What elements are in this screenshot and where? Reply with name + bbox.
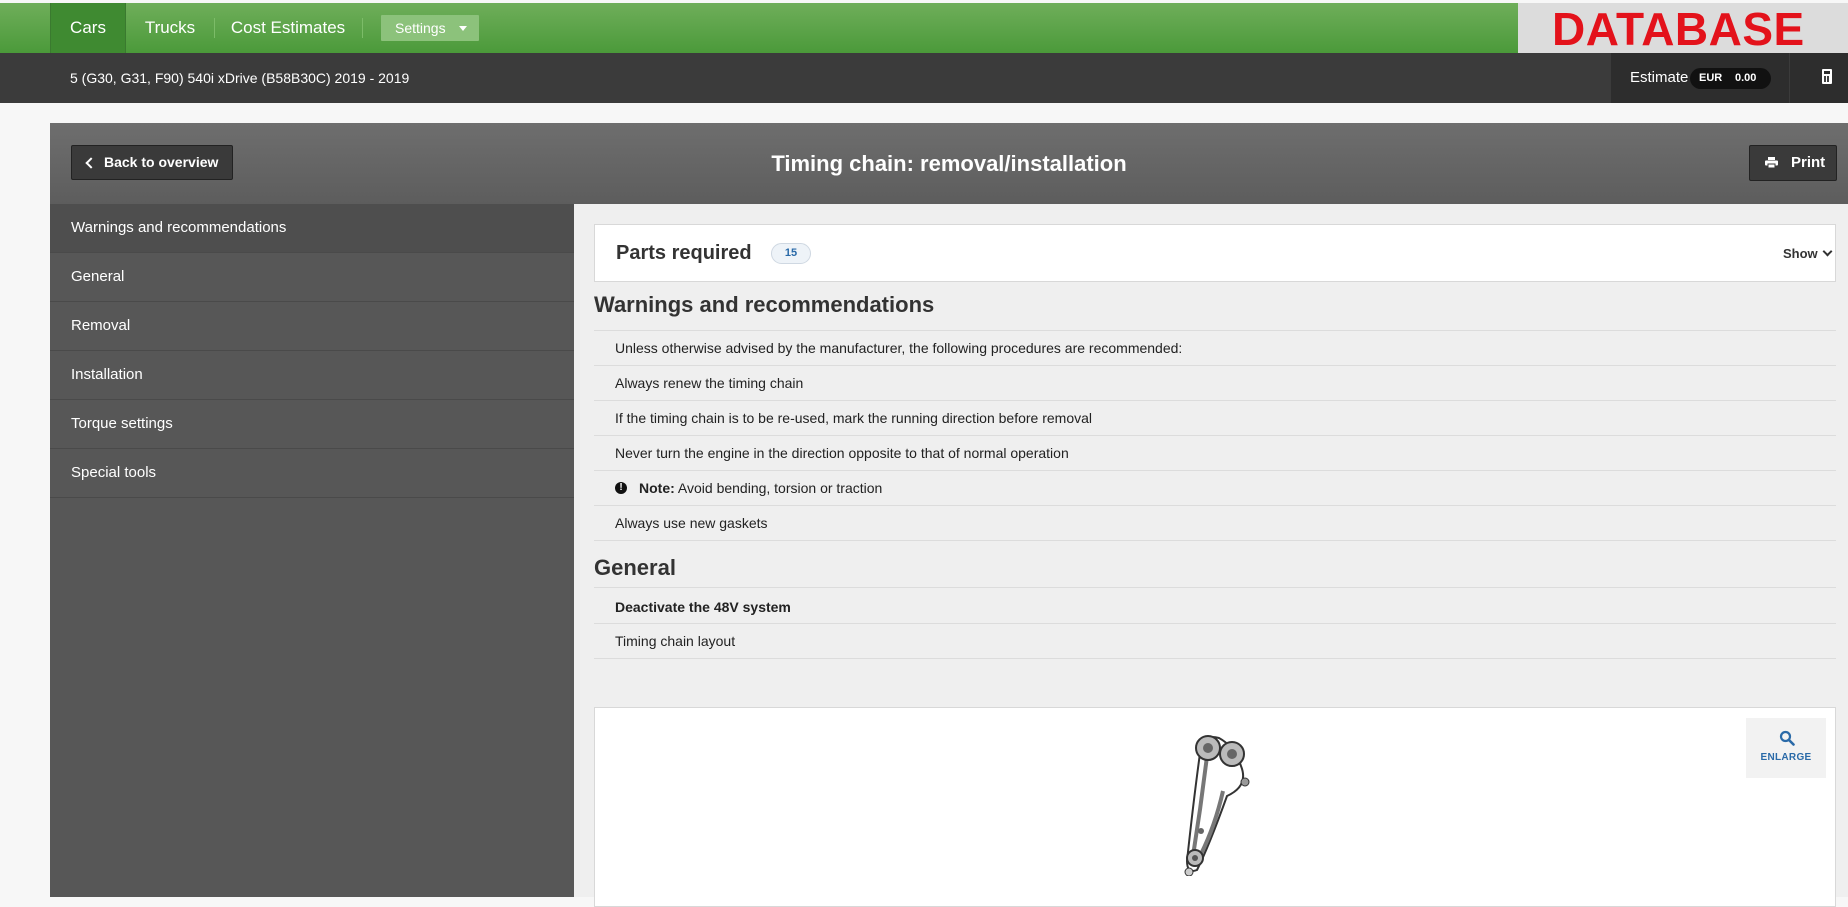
tab-cost-estimates[interactable]: Cost Estimates — [214, 3, 362, 53]
parts-required-panel: Parts required 15 Show — [594, 224, 1836, 282]
exclamation-icon: ! — [615, 482, 627, 494]
magnifier-icon — [1779, 730, 1795, 746]
calculator-button[interactable] — [1790, 53, 1848, 103]
tab-cars[interactable]: Cars — [50, 3, 126, 53]
settings-dropdown[interactable]: Settings — [381, 15, 479, 41]
warnings-intro: Unless otherwise advised by the manufact… — [594, 331, 1836, 366]
parts-count-badge: 15 — [771, 243, 811, 264]
sidebar-item-installation[interactable]: Installation — [50, 351, 574, 400]
logo: DATABASE — [1552, 3, 1805, 55]
list-item: Always renew the timing chain — [594, 366, 1836, 401]
nav-divider — [362, 18, 363, 38]
estimate-label: Estimate — [1630, 69, 1689, 86]
general-section-title: General — [594, 541, 1836, 588]
sidebar-item-special-tools[interactable]: Special tools — [50, 449, 574, 498]
sidebar-item-torque-settings[interactable]: Torque settings — [50, 400, 574, 449]
print-button-label: Print — [1791, 154, 1826, 171]
estimate-currency: EUR — [1699, 72, 1723, 84]
enlarge-button[interactable]: ENLARGE — [1746, 718, 1826, 778]
chevron-down-icon[interactable] — [1822, 246, 1833, 257]
main-content: Parts required 15 Show Warnings and reco… — [574, 204, 1848, 907]
vehicle-bar: 5 (G30, G31, F90) 540i xDrive (B58B30C) … — [0, 53, 1848, 103]
top-nav: Cars Trucks Cost Estimates Settings DATA… — [0, 3, 1848, 53]
caret-down-icon — [459, 26, 467, 31]
enlarge-label: ENLARGE — [1760, 752, 1812, 763]
estimate-total-badge: EUR 0.00 — [1690, 68, 1771, 89]
list-item: Timing chain layout — [594, 624, 1836, 659]
list-item: If the timing chain is to be re-used, ma… — [594, 401, 1836, 436]
print-button[interactable]: Print — [1749, 145, 1837, 181]
sidebar-item-general[interactable]: General — [50, 253, 574, 302]
page-title: Timing chain: removal/installation — [771, 151, 1127, 176]
sidebar-item-warnings[interactable]: Warnings and recommendations — [50, 204, 574, 253]
list-item: Deactivate the 48V system — [594, 588, 1836, 624]
parts-required-title: Parts required — [616, 242, 752, 264]
vehicle-name: 5 (G30, G31, F90) 540i xDrive (B58B30C) … — [70, 70, 410, 86]
diagram-panel: ENLARGE — [594, 707, 1836, 907]
back-to-overview-button[interactable]: Back to overview — [71, 145, 233, 180]
warnings-section-title: Warnings and recommendations — [594, 288, 1836, 331]
sidebar-item-removal[interactable]: Removal — [50, 302, 574, 351]
tab-trucks[interactable]: Trucks — [126, 3, 214, 53]
chevron-left-icon — [85, 157, 97, 169]
note-row: ! Note: Avoid bending, torsion or tracti… — [594, 471, 1836, 506]
list-item: Never turn the engine in the direction o… — [594, 436, 1836, 471]
estimate-widget[interactable]: Estimate EUR 0.00 — [1611, 53, 1789, 103]
note-text: Avoid bending, torsion or traction — [677, 480, 883, 496]
note-label: Note: — [639, 480, 675, 496]
back-button-label: Back to overview — [104, 154, 219, 170]
timing-chain-diagram[interactable] — [1179, 726, 1259, 876]
list-item: Always use new gaskets — [594, 506, 1836, 541]
calculator-icon — [1822, 69, 1832, 84]
parts-show-toggle[interactable]: Show — [1783, 225, 1818, 282]
printer-icon — [1765, 157, 1778, 168]
estimate-amount: 0.00 — [1735, 72, 1757, 84]
sidebar: Warnings and recommendations General Rem… — [50, 204, 574, 897]
page-header: Timing chain: removal/installation Back … — [50, 123, 1848, 204]
settings-label: Settings — [395, 20, 446, 36]
